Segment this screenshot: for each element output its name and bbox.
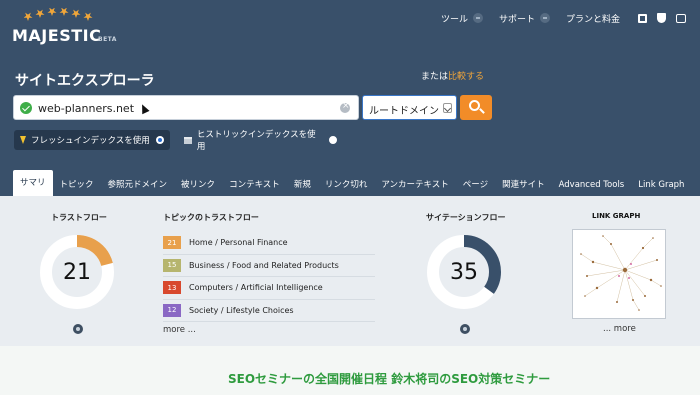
search-button[interactable] (460, 95, 492, 120)
tab-bar: サマリ トピック 参照元ドメイン 被リンク コンテキスト 新規 リンク切れ アン… (13, 168, 691, 196)
fresh-index-option[interactable]: フレッシュインデックスを使用 (14, 130, 170, 150)
search-icon-handle (479, 108, 485, 114)
historic-index-option[interactable]: ヒストリックインデックスを使用 (178, 130, 343, 152)
nav-tools[interactable]: ツール (441, 12, 483, 25)
historic-index-radio[interactable] (329, 136, 337, 144)
topical-trust-flow-list: 21 Home / Personal Finance 15 Business /… (163, 232, 375, 322)
account-icon[interactable] (676, 13, 686, 23)
tab-lost[interactable]: リンク切れ (318, 174, 375, 196)
tab-context[interactable]: コンテキスト (222, 174, 287, 196)
topics-more-link[interactable]: more ... (163, 325, 196, 335)
historic-index-label: ヒストリックインデックスを使用 (196, 130, 316, 152)
beta-label: BETA (98, 36, 117, 43)
fresh-index-radio[interactable] (155, 136, 164, 144)
tab-backlinks[interactable]: 被リンク (174, 174, 222, 196)
compare-prefix: または (421, 72, 449, 82)
tab-related-sites[interactable]: 関連サイト (495, 174, 552, 196)
tab-link-graph[interactable]: Link Graph (631, 174, 691, 196)
bookmark-icon[interactable] (638, 13, 647, 23)
scope-select[interactable]: ルートドメイン (362, 95, 457, 120)
search-box (13, 95, 359, 120)
fresh-index-label: フレッシュインデックスを使用 (31, 136, 150, 146)
tab-ref-domains[interactable]: 参照元ドメイン (101, 174, 175, 196)
topic-label: Home / Personal Finance (189, 238, 288, 248)
tab-pages[interactable]: ページ (456, 174, 495, 196)
tab-anchor-text[interactable]: アンカーテキスト (374, 174, 455, 196)
archive-icon (184, 136, 192, 144)
trust-flow-history-icon[interactable] (73, 324, 83, 334)
link-graph-image (580, 235, 662, 311)
majestic-logo[interactable]: MAJESTIC BETA (12, 6, 132, 46)
chevron-down-icon (472, 13, 483, 23)
topic-score-badge: 12 (163, 303, 181, 317)
banner-text: SEOセミナーの全国開催日程 鈴木将司のSEO対策セミナー (228, 372, 551, 386)
citation-flow-history-icon[interactable] (460, 324, 470, 334)
topical-trust-flow-title: トピックのトラストフロー (163, 213, 259, 222)
tab-summary[interactable]: サマリ (13, 170, 53, 196)
tab-advanced-tools[interactable]: Advanced Tools (552, 174, 632, 196)
citation-flow-value: 35 (450, 259, 478, 285)
list-item[interactable]: 21 Home / Personal Finance (163, 232, 375, 255)
nav-tools-label: ツール (440, 14, 468, 25)
nav-pricing-label: プランと料金 (565, 14, 620, 25)
header: MAJESTIC BETA ツール サポート プランと料金 サイトエクスプローラ… (0, 0, 700, 196)
search-input[interactable] (38, 99, 338, 117)
citation-flow-title: サイテーションフロー (426, 213, 506, 222)
nav-pricing[interactable]: プランと料金 (566, 12, 620, 25)
trust-flow-value: 21 (63, 259, 91, 285)
tab-topics[interactable]: トピック (53, 174, 101, 196)
topic-score-badge: 13 (163, 281, 181, 295)
page-title: サイトエクスプローラ (15, 73, 155, 89)
nav-support[interactable]: サポート (499, 12, 550, 25)
list-item[interactable]: 13 Computers / Artificial Intelligence (163, 277, 375, 300)
trust-flow-title: トラストフロー (51, 213, 107, 222)
trust-flow-donut: 21 (39, 234, 115, 310)
link-graph-thumbnail[interactable] (572, 229, 666, 319)
link-graph-more-link[interactable]: ... more (603, 324, 636, 334)
scope-select-value: ルートドメイン (369, 106, 439, 117)
topic-score-badge: 15 (163, 258, 181, 272)
logo-stars-icon (24, 8, 93, 21)
compare-link[interactable]: 比較する (448, 72, 484, 82)
lightning-icon (20, 136, 26, 144)
nav-support-label: サポート (498, 14, 535, 25)
link-graph-title: LINK GRAPH (592, 212, 641, 220)
compare-text: または比較する (421, 69, 484, 82)
top-nav: ツール サポート プランと料金 (441, 10, 686, 26)
topic-label: Computers / Artificial Intelligence (189, 283, 323, 293)
list-item[interactable]: 12 Society / Lifestyle Choices (163, 300, 375, 322)
chevron-down-icon (443, 103, 452, 113)
topic-label: Society / Lifestyle Choices (189, 305, 294, 315)
check-circle-icon (20, 102, 32, 114)
chevron-down-icon (539, 13, 550, 23)
list-item[interactable]: 15 Business / Food and Related Products (163, 255, 375, 277)
shield-icon[interactable] (657, 13, 666, 23)
logo-text: MAJESTIC (12, 26, 102, 45)
tab-new[interactable]: 新規 (287, 174, 318, 196)
topic-label: Business / Food and Related Products (189, 260, 339, 270)
topic-score-badge: 21 (163, 236, 181, 250)
clear-icon[interactable] (340, 101, 350, 113)
citation-flow-donut: 35 (426, 234, 502, 310)
